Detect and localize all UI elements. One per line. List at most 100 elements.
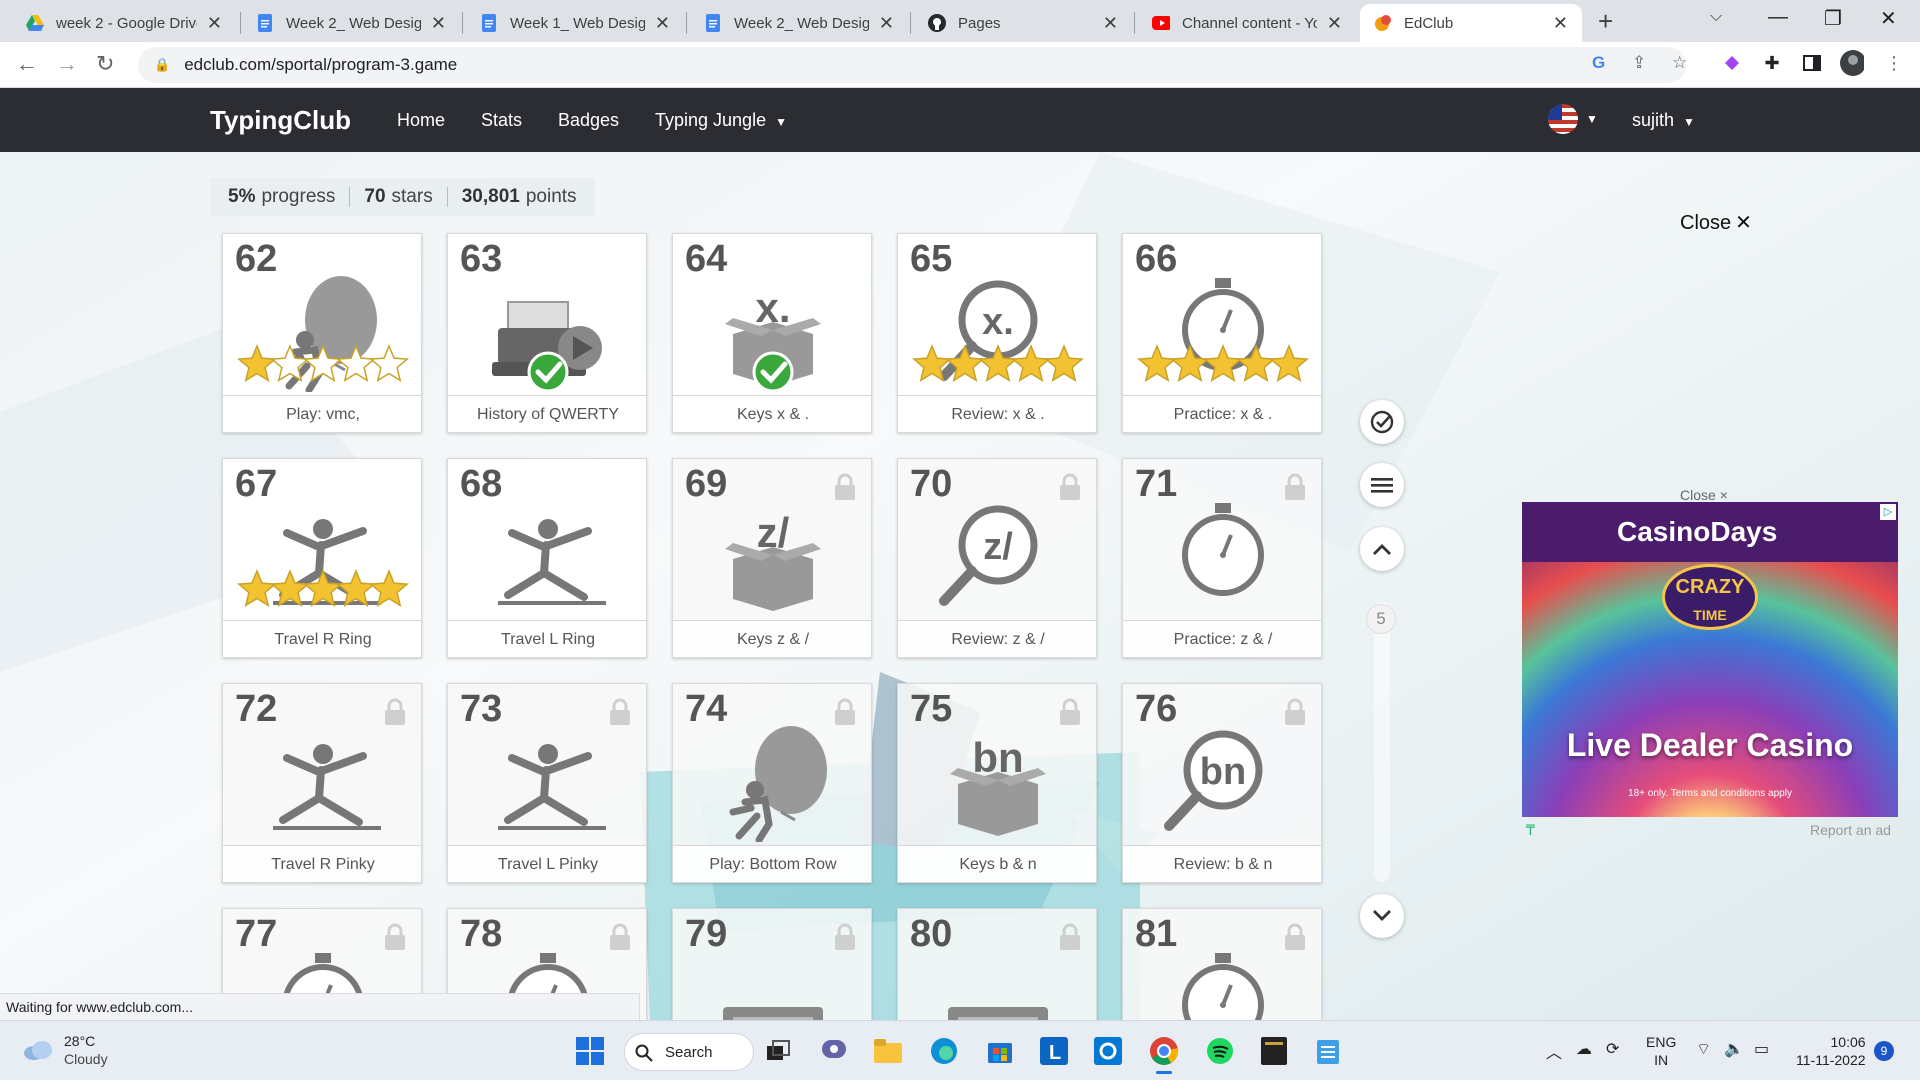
volume-icon[interactable]: 🔈 [1724, 1039, 1744, 1059]
magnifier-review-icon: x. [898, 262, 1096, 392]
bookmark-star-icon[interactable]: ☆ [1672, 53, 1687, 73]
tab-close-icon[interactable]: ✕ [1103, 13, 1118, 34]
lesson-card-81[interactable]: 81 [1122, 908, 1322, 1020]
lesson-card-62[interactable]: 62 Play: vmc, [222, 233, 422, 433]
tab-close-icon[interactable]: ✕ [879, 13, 894, 34]
page-scroll-track[interactable] [1374, 602, 1390, 882]
adchoices-icon[interactable]: ▷ [1880, 504, 1896, 520]
ad-close-label[interactable]: Close × [1680, 487, 1728, 503]
new-tab-button[interactable]: + [1598, 6, 1613, 37]
nav-badges[interactable]: Badges [558, 110, 619, 131]
lesson-card-76[interactable]: 76 bn Review: b & n [1122, 683, 1322, 883]
browser-tab[interactable]: Week 2_ Web Designing ✕ [690, 4, 908, 42]
lesson-card-74[interactable]: 74 Play: Bottom Row [672, 683, 872, 883]
tab-close-icon[interactable]: ✕ [1327, 13, 1342, 34]
ad-crazy-time-badge: CRAZY TIME [1662, 564, 1758, 630]
reload-icon[interactable]: ↻ [96, 51, 114, 77]
user-menu[interactable]: sujith ▼ [1632, 110, 1695, 131]
profile-avatar[interactable] [1840, 50, 1864, 76]
report-ad-link[interactable]: Report an ad [1810, 822, 1891, 838]
task-view-icon[interactable] [762, 1035, 794, 1067]
share-icon[interactable]: ⇪ [1632, 53, 1646, 73]
nav-stats[interactable]: Stats [481, 110, 522, 131]
nav-home[interactable]: Home [397, 110, 445, 131]
google-lens-icon[interactable]: G [1592, 53, 1605, 73]
scroll-down-button[interactable] [1360, 894, 1404, 938]
lesson-card-70[interactable]: 70 z/Review: z & / [897, 458, 1097, 658]
us-flag-icon[interactable] [1548, 104, 1578, 134]
minimize-icon[interactable]: — [1768, 6, 1788, 29]
lesson-card-67[interactable]: 67 Travel R Ring [222, 458, 422, 658]
scroll-up-button[interactable] [1360, 527, 1404, 571]
lesson-card-80[interactable]: 80 [897, 908, 1097, 1020]
sync-icon[interactable]: ⟳ [1606, 1039, 1619, 1059]
notepad-icon[interactable] [1312, 1035, 1344, 1067]
lesson-card-68[interactable]: 68 Travel L Ring [447, 458, 647, 658]
caret-down-icon[interactable]: ▼ [1586, 112, 1598, 126]
browser-tab-active[interactable]: EdClub ✕ [1360, 4, 1582, 42]
spotify-icon[interactable] [1204, 1035, 1236, 1067]
yoga-pose-icon [223, 712, 421, 842]
microsoft-store-icon[interactable] [984, 1035, 1016, 1067]
lesson-card-66[interactable]: 66 Practice: x & . [1122, 233, 1322, 433]
site-logo[interactable]: TypingClub [210, 105, 351, 136]
tab-search-chevron-icon[interactable]: ⌵ [1710, 8, 1722, 26]
lesson-card-71[interactable]: 71 Practice: z & / [1122, 458, 1322, 658]
linkedin-learning-icon[interactable]: L [1038, 1035, 1070, 1067]
lesson-label: History of QWERTY [448, 395, 646, 432]
tab-close-icon[interactable]: ✕ [1553, 13, 1568, 34]
lesson-card-73[interactable]: 73 Travel L Pinky [447, 683, 647, 883]
puzzle-extensions-icon[interactable]: ✚ [1760, 51, 1784, 75]
taskbar-search[interactable]: Search [624, 1033, 754, 1071]
lock-icon [1058, 473, 1082, 506]
browser-tab[interactable]: Week 1_ Web Designing ✕ [466, 4, 684, 42]
lesson-card-79[interactable]: 79 [672, 908, 872, 1020]
back-arrow-icon[interactable]: ← [16, 51, 38, 77]
browser-tab[interactable]: Pages ✕ [914, 4, 1132, 42]
system-clock[interactable]: 10:06 11-11-2022 [1796, 1033, 1866, 1069]
windows-start-icon[interactable] [574, 1035, 606, 1067]
menu-kebab-icon[interactable]: ⋮ [1882, 51, 1906, 75]
lock-icon [383, 923, 407, 956]
edge-browser-icon[interactable] [928, 1035, 960, 1067]
site-header: TypingClub Home Stats Badges Typing Jung… [0, 88, 1920, 152]
lock-icon: 🔒 [154, 57, 171, 72]
svg-text:L: L [1049, 1042, 1061, 1064]
progress-check-button[interactable] [1360, 400, 1404, 444]
advertisement[interactable]: CasinoDays CRAZY TIME Live Dealer Casino … [1522, 502, 1898, 817]
forward-arrow-icon[interactable]: → [56, 51, 78, 77]
address-bar[interactable]: 🔒 edclub.com/sportal/program-3.game [138, 47, 1686, 83]
wifi-icon[interactable]: ⌔ [1696, 1039, 1711, 1059]
keys-box-icon: z/ [673, 487, 871, 617]
show-hidden-icons-chevron-icon[interactable]: ︿ [1546, 1039, 1562, 1063]
notification-badge[interactable]: 9 [1874, 1041, 1894, 1061]
side-panel-icon[interactable] [1800, 51, 1824, 75]
lesson-card-69[interactable]: 69 z/Keys z & / [672, 458, 872, 658]
lesson-card-63[interactable]: 63 History of QWERTY [447, 233, 647, 433]
window-close-icon[interactable]: ✕ [1880, 6, 1897, 31]
weather-widget[interactable]: 28°C Cloudy [16, 1029, 194, 1073]
input-language[interactable]: ENG IN [1646, 1033, 1676, 1069]
restore-icon[interactable]: ❐ [1824, 6, 1842, 31]
lesson-card-65[interactable]: 65 x. Review: x & . [897, 233, 1097, 433]
terminal-app-icon[interactable] [1258, 1035, 1290, 1067]
close-button[interactable]: Close ✕ [1676, 210, 1752, 235]
cortana-icon[interactable] [1092, 1035, 1124, 1067]
nav-typing-jungle[interactable]: Typing Jungle ▼ [655, 110, 787, 131]
battery-icon[interactable]: ▭ [1754, 1039, 1769, 1059]
teams-chat-icon[interactable] [818, 1035, 850, 1067]
chrome-icon[interactable] [1148, 1035, 1180, 1067]
tab-close-icon[interactable]: ✕ [207, 13, 222, 34]
extension-icon[interactable] [1720, 51, 1744, 75]
lesson-card-75[interactable]: 75 bn Keys b & n [897, 683, 1097, 883]
lesson-card-64[interactable]: 64 x. Keys x & . [672, 233, 872, 433]
lesson-card-72[interactable]: 72 Travel R Pinky [222, 683, 422, 883]
onedrive-cloud-icon[interactable]: ☁ [1576, 1039, 1592, 1059]
browser-tab[interactable]: week 2 - Google Drive ✕ [12, 4, 236, 42]
tab-close-icon[interactable]: ✕ [431, 13, 446, 34]
browser-tab[interactable]: Week 2_ Web Designing ✕ [242, 4, 460, 42]
browser-tab[interactable]: Channel content - YouTube ✕ [1138, 4, 1356, 42]
menu-button[interactable] [1360, 463, 1404, 507]
tab-close-icon[interactable]: ✕ [655, 13, 670, 34]
file-explorer-icon[interactable] [872, 1035, 904, 1067]
